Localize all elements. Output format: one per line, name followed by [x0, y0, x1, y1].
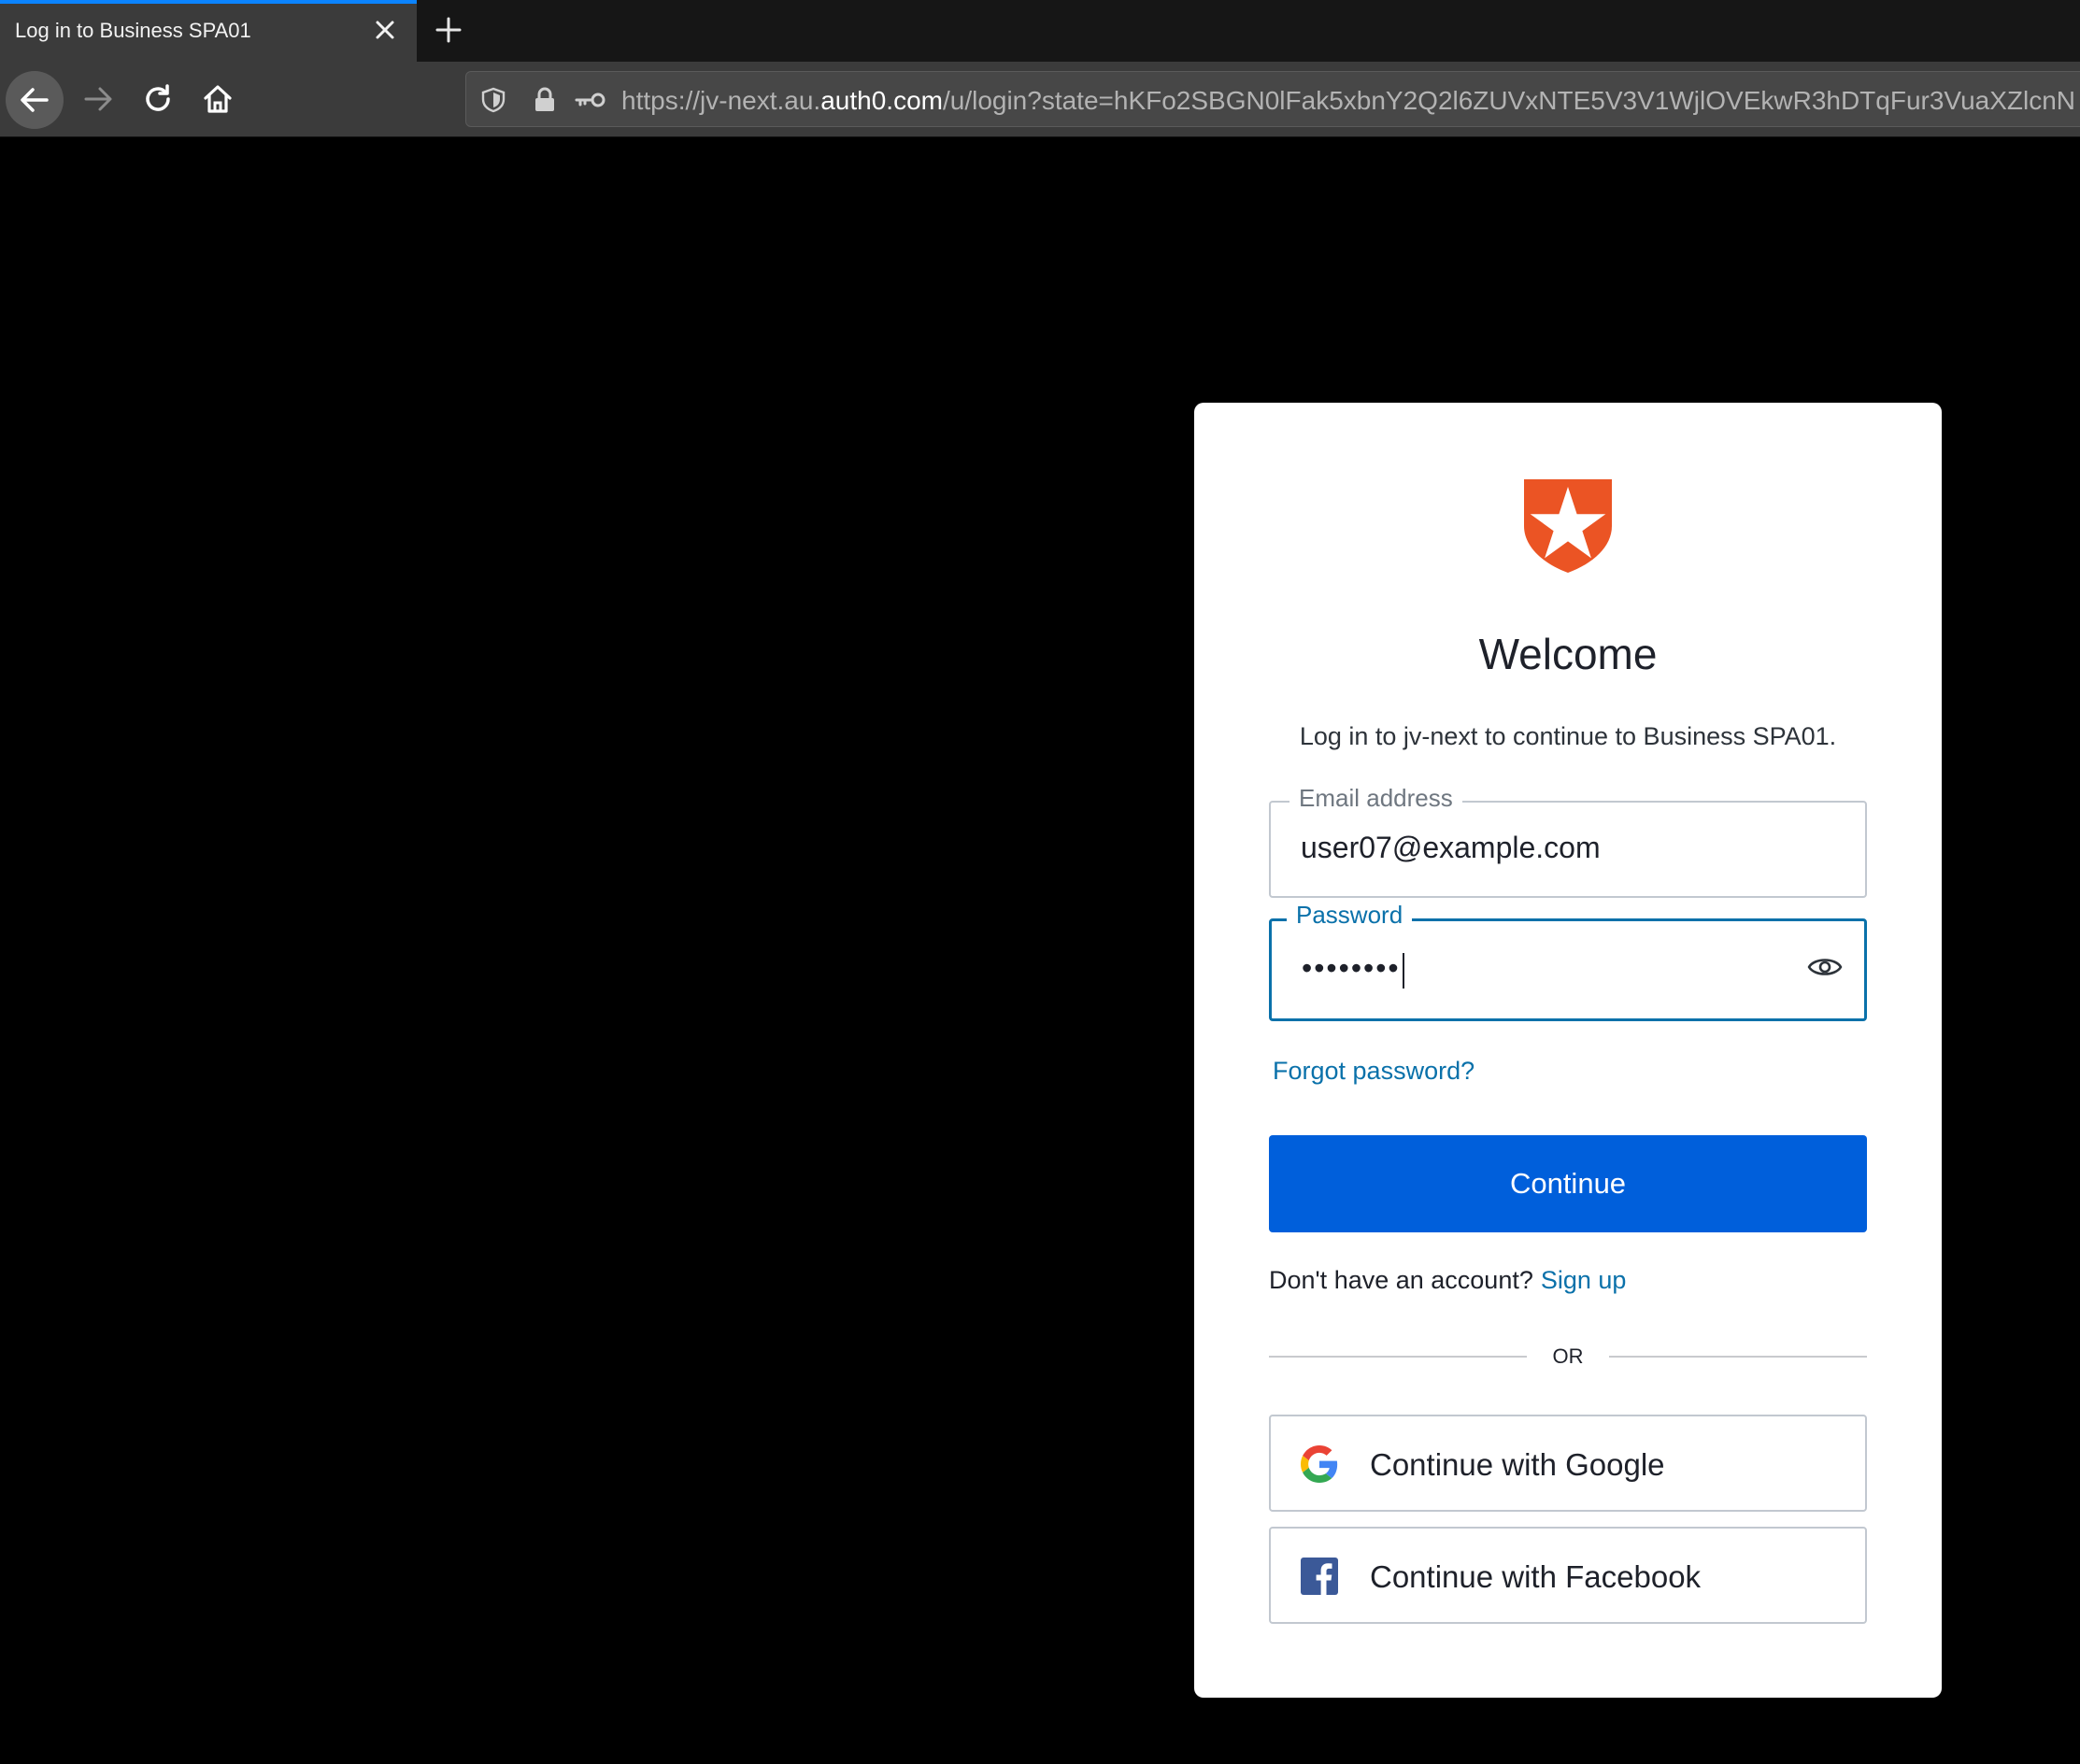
- facebook-button-label: Continue with Facebook: [1370, 1559, 1702, 1594]
- navigation-bar: https://jv-next.au.auth0.com/u/login?sta…: [0, 62, 2080, 137]
- divider-right: [1609, 1356, 1867, 1358]
- email-field[interactable]: Email address user07@example.com: [1269, 784, 1867, 898]
- google-icon: [1301, 1445, 1338, 1483]
- close-icon[interactable]: [372, 17, 398, 43]
- tab-bar: Log in to Business SPA01: [0, 0, 2080, 62]
- continue-with-google-button[interactable]: Continue with Google: [1269, 1415, 1867, 1512]
- forward-button[interactable]: [75, 75, 121, 123]
- home-button[interactable]: [194, 75, 241, 123]
- login-subtitle: Log in to jv-next to continue to Busines…: [1299, 722, 1837, 750]
- password-field[interactable]: Password ••••••••: [1269, 901, 1867, 1021]
- tab-active[interactable]: Log in to Business SPA01: [0, 0, 417, 62]
- continue-button[interactable]: Continue: [1269, 1135, 1867, 1232]
- new-tab-icon[interactable]: [434, 15, 463, 45]
- facebook-icon: [1301, 1558, 1338, 1595]
- reload-icon: [146, 84, 170, 111]
- back-button[interactable]: [6, 71, 64, 129]
- tab-active-indicator: [0, 0, 417, 4]
- password-input[interactable]: ••••••••: [1302, 951, 1404, 989]
- key-icon[interactable]: [575, 91, 606, 114]
- password-label: Password: [1287, 901, 1413, 930]
- forgot-password-link[interactable]: Forgot password?: [1273, 1057, 1475, 1086]
- login-card: Welcome Log in to jv-next to continue to…: [1194, 403, 1942, 1698]
- url-bar[interactable]: https://jv-next.au.auth0.com/u/login?sta…: [465, 71, 2080, 127]
- email-label: Email address: [1289, 784, 1462, 813]
- home-icon: [204, 85, 232, 113]
- text-caret: [1402, 952, 1404, 989]
- page-title: Welcome: [1478, 630, 1658, 678]
- arrow-right-icon: [84, 87, 112, 111]
- password-masked-value: ••••••••: [1302, 951, 1401, 985]
- reload-button[interactable]: [135, 75, 181, 123]
- email-input-value[interactable]: user07@example.com: [1301, 831, 1601, 865]
- lock-icon[interactable]: [534, 87, 556, 118]
- no-account-text: Don't have an account?: [1269, 1266, 1533, 1294]
- url-path: /u/login?state=hKFo2SBGN0lFak5xbnY2Q2l6Z…: [942, 86, 2076, 115]
- signup-row: Don't have an account? Sign up: [1269, 1266, 1626, 1295]
- auth0-logo-icon: [1524, 479, 1612, 573]
- sign-up-link[interactable]: Sign up: [1541, 1266, 1627, 1294]
- continue-with-facebook-button[interactable]: Continue with Facebook: [1269, 1527, 1867, 1624]
- google-button-label: Continue with Google: [1370, 1447, 1665, 1482]
- url-host: auth0.com: [820, 86, 943, 115]
- arrow-left-icon: [21, 88, 49, 112]
- shield-icon[interactable]: [481, 87, 506, 118]
- show-password-eye-icon[interactable]: [1806, 953, 1844, 981]
- tab-title: Log in to Business SPA01: [15, 19, 251, 42]
- url-text[interactable]: https://jv-next.au.auth0.com/u/login?sta…: [621, 86, 2075, 116]
- url-prefix: https://jv-next.au.: [621, 86, 821, 115]
